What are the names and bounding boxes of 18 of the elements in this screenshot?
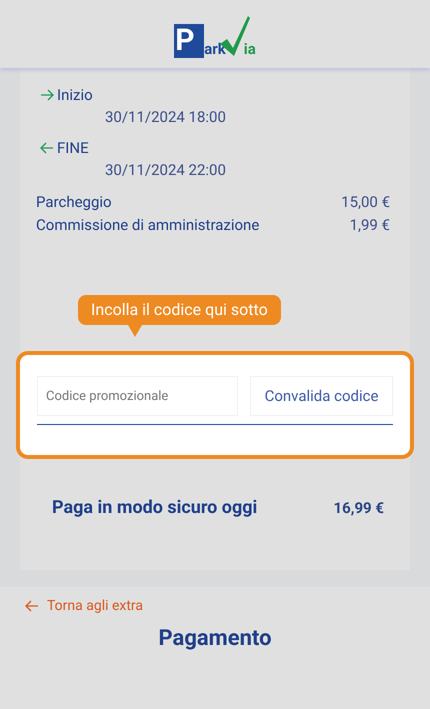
promo-code-field[interactable]: Codice promozionale (37, 376, 238, 416)
time-value: 30/11/2024 18:00 (105, 107, 227, 128)
logo: P ark ia (174, 14, 256, 58)
right-arrow-icon (40, 89, 54, 101)
cost-label: Parcheggio (36, 192, 112, 213)
total-amount: 16,99 € (334, 498, 384, 519)
left-arrow-icon (40, 142, 54, 154)
page-title: Pagamento (158, 625, 272, 653)
left-arrow-icon (25, 600, 39, 612)
total-label: Paga in modo sicuro oggi (52, 496, 258, 520)
time-label: FINE (57, 138, 89, 159)
tooltip-pointer (128, 325, 142, 337)
validate-code-button[interactable]: Convalida codice (250, 376, 393, 416)
cost-amount: 1,99 € (350, 215, 390, 236)
time-value: 30/11/2024 22:00 (105, 160, 227, 181)
time-label: Inizio (57, 85, 93, 106)
cost-amount: 15,00 € (341, 192, 390, 213)
cost-label: Commissione di amministrazione (36, 215, 260, 236)
